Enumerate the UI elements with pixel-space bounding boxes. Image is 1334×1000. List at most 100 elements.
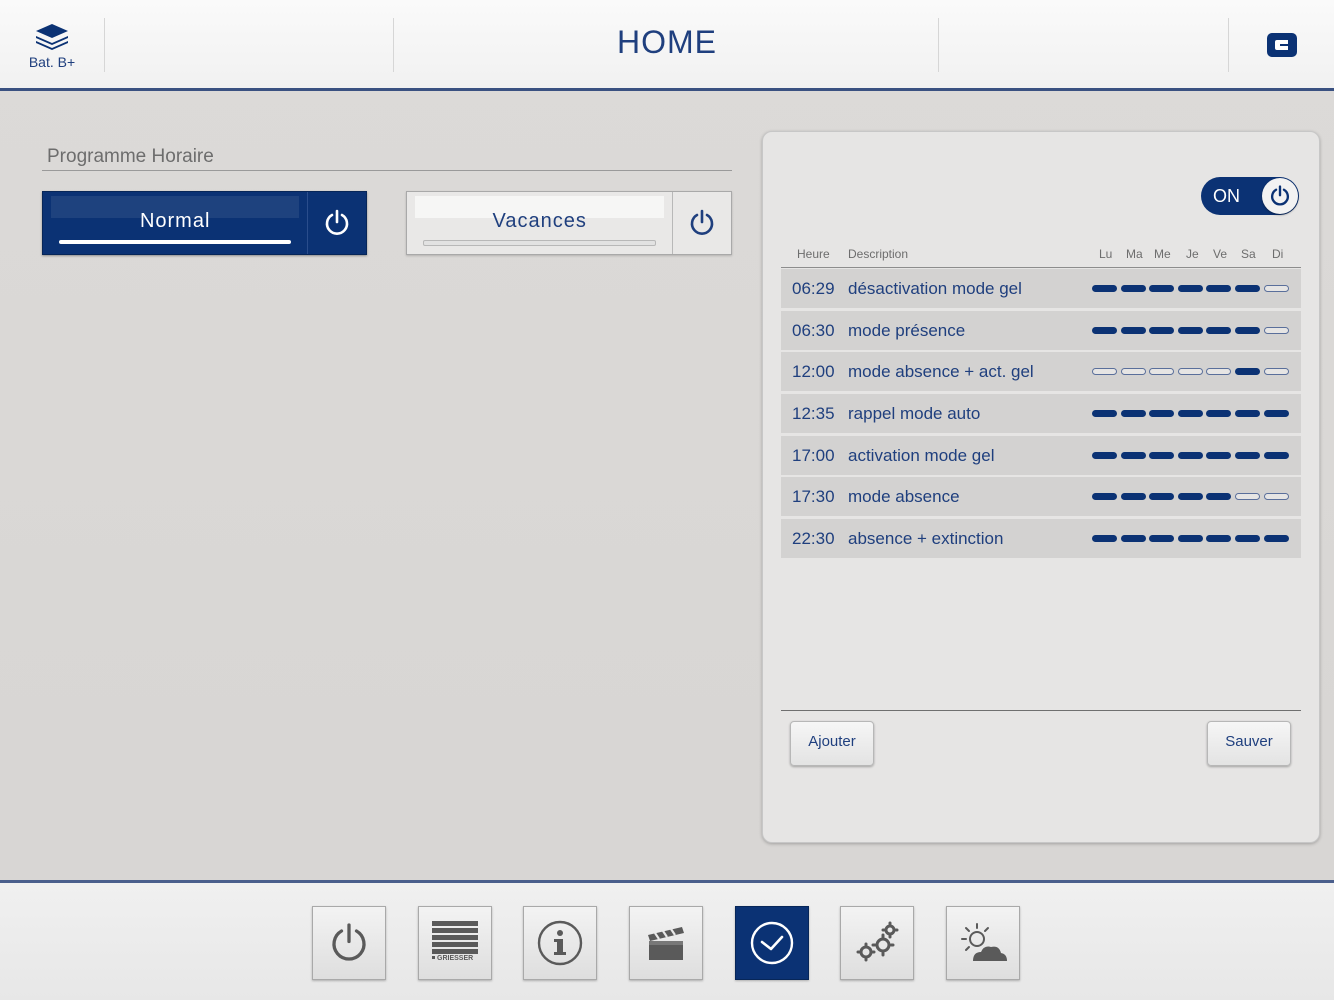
day-pill-je[interactable] (1177, 410, 1203, 418)
day-pill-sa[interactable] (1234, 410, 1260, 418)
mode-normal-select[interactable]: Normal (43, 192, 307, 254)
day-pill-je[interactable] (1177, 326, 1203, 334)
day-pill-di[interactable] (1263, 368, 1289, 376)
day-pill-lu[interactable] (1092, 368, 1117, 376)
info-icon (537, 920, 583, 966)
day-indicators (1092, 285, 1292, 292)
nav-power[interactable] (312, 906, 386, 980)
save-button[interactable]: Sauver (1207, 721, 1291, 766)
schedule-row[interactable]: 17:00 activation mode gel (781, 435, 1301, 475)
day-pill-me[interactable] (1149, 493, 1175, 501)
toggle-knob[interactable] (1262, 178, 1298, 214)
schedule-description: mode absence (848, 487, 960, 507)
top-header: Bat. B+ HOME (0, 0, 1334, 91)
day-pill-me[interactable] (1149, 410, 1175, 418)
add-button[interactable]: Ajouter (790, 721, 874, 766)
table-header-divider (781, 267, 1301, 268)
day-pill-di[interactable] (1263, 535, 1289, 543)
column-header-day: Di (1272, 247, 1284, 261)
nav-scenes[interactable] (629, 906, 703, 980)
day-pill-di[interactable] (1263, 493, 1289, 501)
day-pill-sa[interactable] (1234, 285, 1260, 292)
clock-icon (750, 921, 794, 965)
day-pill-je[interactable] (1177, 368, 1203, 376)
day-pill-sa[interactable] (1234, 493, 1260, 501)
day-pill-ma[interactable] (1120, 285, 1146, 292)
panel-divider (781, 710, 1301, 711)
brand-text: GRIESSER (437, 955, 473, 962)
brand-logo-icon[interactable] (1266, 32, 1298, 63)
day-pill-ve[interactable] (1206, 368, 1232, 376)
nav-settings[interactable] (840, 906, 914, 980)
mode-normal-button[interactable]: Normal (42, 191, 367, 255)
column-header-day: Sa (1241, 247, 1256, 261)
column-header-day: Ve (1213, 247, 1228, 261)
day-pill-me[interactable] (1149, 451, 1175, 459)
day-pill-ma[interactable] (1120, 326, 1146, 334)
nav-blinds[interactable]: GRIESSER (418, 906, 492, 980)
day-pill-ma[interactable] (1120, 493, 1146, 501)
power-icon (325, 209, 349, 235)
schedule-row[interactable]: 12:00 mode absence + act. gel (781, 352, 1301, 392)
day-pill-je[interactable] (1177, 451, 1203, 459)
day-pill-me[interactable] (1149, 285, 1175, 292)
day-pill-di[interactable] (1263, 285, 1289, 292)
nav-info[interactable] (523, 906, 597, 980)
day-indicators (1092, 451, 1292, 459)
schedule-row[interactable]: 06:30 mode présence (781, 310, 1301, 350)
day-pill-ve[interactable] (1206, 451, 1232, 459)
day-pill-je[interactable] (1177, 493, 1203, 501)
day-pill-lu[interactable] (1092, 493, 1117, 501)
day-pill-me[interactable] (1149, 535, 1175, 543)
day-indicators (1092, 535, 1292, 543)
schedule-on-toggle[interactable]: ON (1201, 177, 1299, 215)
day-pill-ve[interactable] (1206, 410, 1232, 418)
day-pill-lu[interactable] (1092, 326, 1117, 334)
nav-schedule[interactable] (735, 906, 809, 980)
day-pill-ve[interactable] (1206, 285, 1232, 292)
column-header-day: Ma (1126, 247, 1143, 261)
mode-vacances-select[interactable]: Vacances (407, 192, 672, 254)
day-pill-lu[interactable] (1092, 285, 1117, 292)
day-pill-ma[interactable] (1120, 410, 1146, 418)
day-indicators (1092, 410, 1292, 418)
day-pill-ve[interactable] (1206, 535, 1232, 543)
schedule-description: rappel mode auto (848, 404, 981, 424)
schedule-row[interactable]: 17:30 mode absence (781, 477, 1301, 517)
day-pill-di[interactable] (1263, 326, 1289, 334)
schedule-time: 12:35 (792, 404, 835, 424)
day-pill-sa[interactable] (1234, 451, 1260, 459)
day-pill-ve[interactable] (1206, 326, 1232, 334)
day-pill-di[interactable] (1263, 451, 1289, 459)
day-pill-di[interactable] (1263, 410, 1289, 418)
day-pill-ma[interactable] (1120, 451, 1146, 459)
mode-vacances-button[interactable]: Vacances (406, 191, 732, 255)
column-header-day: Lu (1099, 247, 1113, 261)
day-pill-sa[interactable] (1234, 535, 1260, 543)
day-pill-lu[interactable] (1092, 410, 1117, 418)
day-pill-ve[interactable] (1206, 493, 1232, 501)
schedule-description: absence + extinction (848, 529, 1004, 549)
schedule-row[interactable]: 12:35 rappel mode auto (781, 394, 1301, 434)
day-pill-me[interactable] (1149, 368, 1175, 376)
schedule-description: désactivation mode gel (848, 279, 1022, 298)
day-pill-sa[interactable] (1234, 368, 1260, 376)
day-pill-ma[interactable] (1120, 535, 1146, 543)
power-icon (332, 923, 366, 961)
schedule-row[interactable]: 22:30 absence + extinction (781, 519, 1301, 559)
nav-weather[interactable] (946, 906, 1020, 980)
mode-normal-power-button[interactable] (307, 192, 366, 254)
day-pill-ma[interactable] (1120, 368, 1146, 376)
day-pill-me[interactable] (1149, 326, 1175, 334)
scene-clapper-icon (648, 927, 684, 960)
day-pill-je[interactable] (1177, 535, 1203, 543)
mode-vacances-power-button[interactable] (672, 192, 731, 254)
day-pill-lu[interactable] (1092, 535, 1117, 543)
schedule-rows: 06:29 désactivation mode gel 06:30 mode pré… (781, 269, 1301, 561)
schedule-time: 06:29 (792, 279, 835, 298)
schedule-row[interactable]: 06:29 désactivation mode gel (781, 269, 1301, 308)
day-pill-je[interactable] (1177, 285, 1203, 292)
day-pill-sa[interactable] (1234, 326, 1260, 334)
gears-icon (856, 921, 899, 962)
day-pill-lu[interactable] (1092, 451, 1117, 459)
